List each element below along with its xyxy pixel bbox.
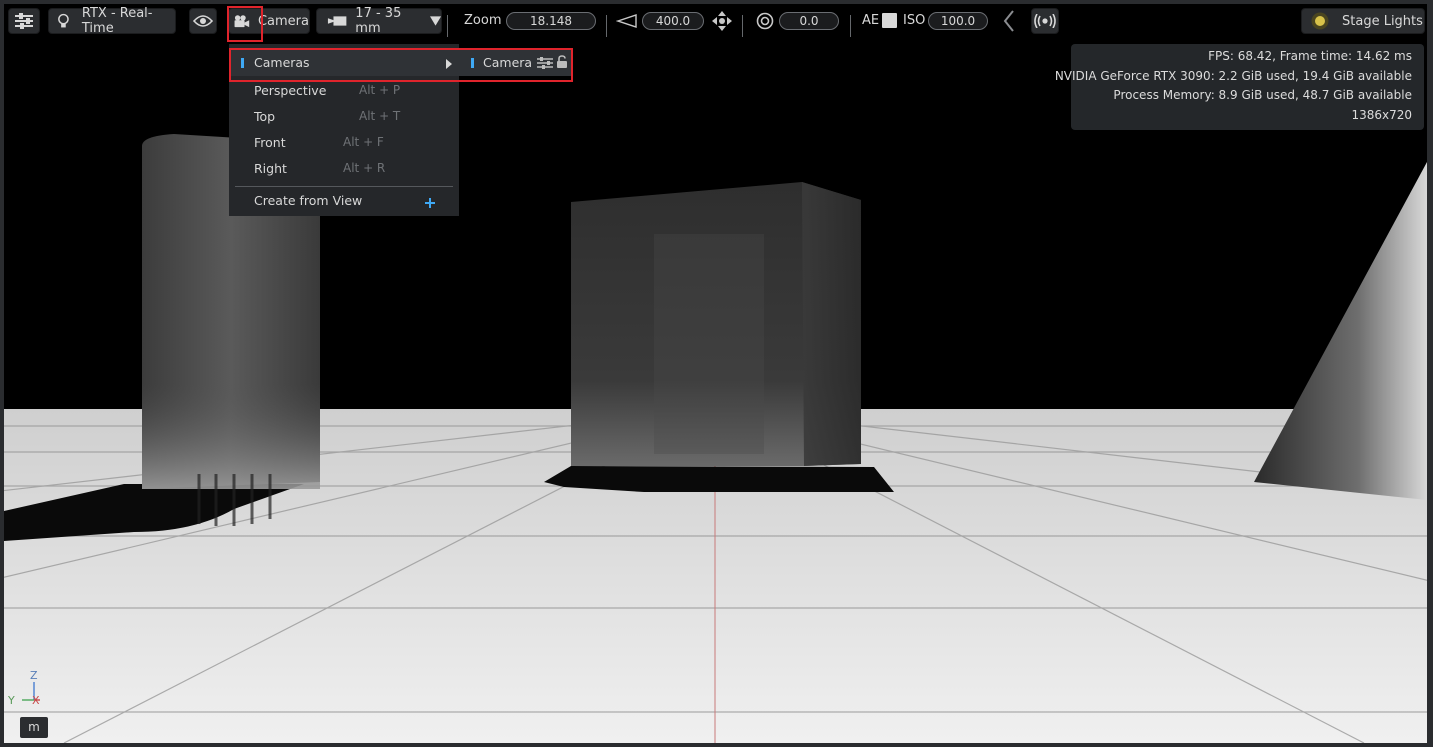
menu-divider [235,186,453,187]
camera-button[interactable]: Camera [228,8,310,34]
plus-icon [425,198,435,208]
renderer-label: RTX - Real-Time [81,6,153,36]
menu-item-perspective[interactable]: Perspective Alt + P [229,80,459,104]
axis-x-label: X [32,694,40,707]
iso-label: ISO [903,13,926,28]
lightbulb-icon [58,13,69,28]
stage-lights-label: Stage Lights [1342,13,1423,29]
zoom-label: Zoom [464,13,502,28]
camera-menu: Cameras Perspective Alt + P Top Alt + T … [229,44,459,216]
lens-dropdown[interactable]: 17 - 35 mm [316,6,442,36]
unlock-icon[interactable] [556,55,568,69]
settings-button[interactable] [8,8,40,34]
memory-text: Process Memory: 8.9 GiB used, 48.7 GiB a… [1113,88,1412,102]
dropdown-arrow-icon [429,16,441,26]
submenu-item-camera[interactable]: Camera [459,50,571,76]
renderer-button[interactable]: RTX - Real-Time [48,6,176,36]
move-icon[interactable] [711,10,733,32]
auto-exposure-checkbox[interactable] [882,13,897,28]
fps-text: FPS: 68.42, Frame time: 14.62 ms [1208,49,1412,63]
toolbar-separator [447,15,448,37]
viewport[interactable]: RTX - Real-Time Camera 17 - 35 mm Zoom 1… [4,4,1427,743]
broadcast-button[interactable] [1031,8,1059,34]
camera-label: Camera [257,13,309,29]
zoom-field[interactable]: 18.148 [506,12,596,30]
ae-label: AE [862,13,880,28]
submenu-arrow-icon [446,59,452,69]
far-plane-field[interactable]: 400.0 [642,12,704,30]
toolbar-separator [850,15,851,37]
axis-y-label: Y [8,694,15,707]
cameras-submenu: Camera [459,50,571,76]
menu-item-top[interactable]: Top Alt + T [229,106,459,130]
axis-gizmo: Z Y X [6,669,46,709]
camera-settings-icon[interactable] [537,56,553,70]
stats-overlay: FPS: 68.42, Frame time: 14.62 ms NVIDIA … [1055,44,1424,130]
units-badge[interactable]: m [20,717,48,738]
film-camera-icon [327,16,347,26]
axis-z-label: Z [30,669,38,682]
eye-icon [193,15,213,27]
toolbar-separator [742,15,743,37]
collapse-chevron-icon[interactable] [1002,10,1016,32]
lens-label: 17 - 35 mm [355,6,402,36]
iso-field[interactable]: 100.0 [928,12,988,30]
far-plane-icon [616,14,637,28]
aperture-icon [756,12,774,30]
camera-icon [234,15,250,28]
toolbar-separator [606,15,607,37]
menu-item-cameras[interactable]: Cameras [229,50,459,76]
visibility-button[interactable] [189,8,217,34]
cameras-marker [241,58,244,68]
sliders-icon [15,13,33,29]
broadcast-icon [1034,14,1056,28]
camera-marker [471,58,474,68]
menu-item-create-from-view[interactable]: Create from View [229,190,459,214]
aperture-field[interactable]: 0.0 [779,12,839,30]
sun-icon [1311,12,1329,30]
menu-item-front[interactable]: Front Alt + F [229,132,459,156]
resolution-text: 1386x720 [1351,108,1412,122]
gpu-text: NVIDIA GeForce RTX 3090: 2.2 GiB used, 1… [1054,69,1412,83]
menu-item-right[interactable]: Right Alt + R [229,158,459,182]
stage-lights-button[interactable]: Stage Lights [1301,8,1425,34]
